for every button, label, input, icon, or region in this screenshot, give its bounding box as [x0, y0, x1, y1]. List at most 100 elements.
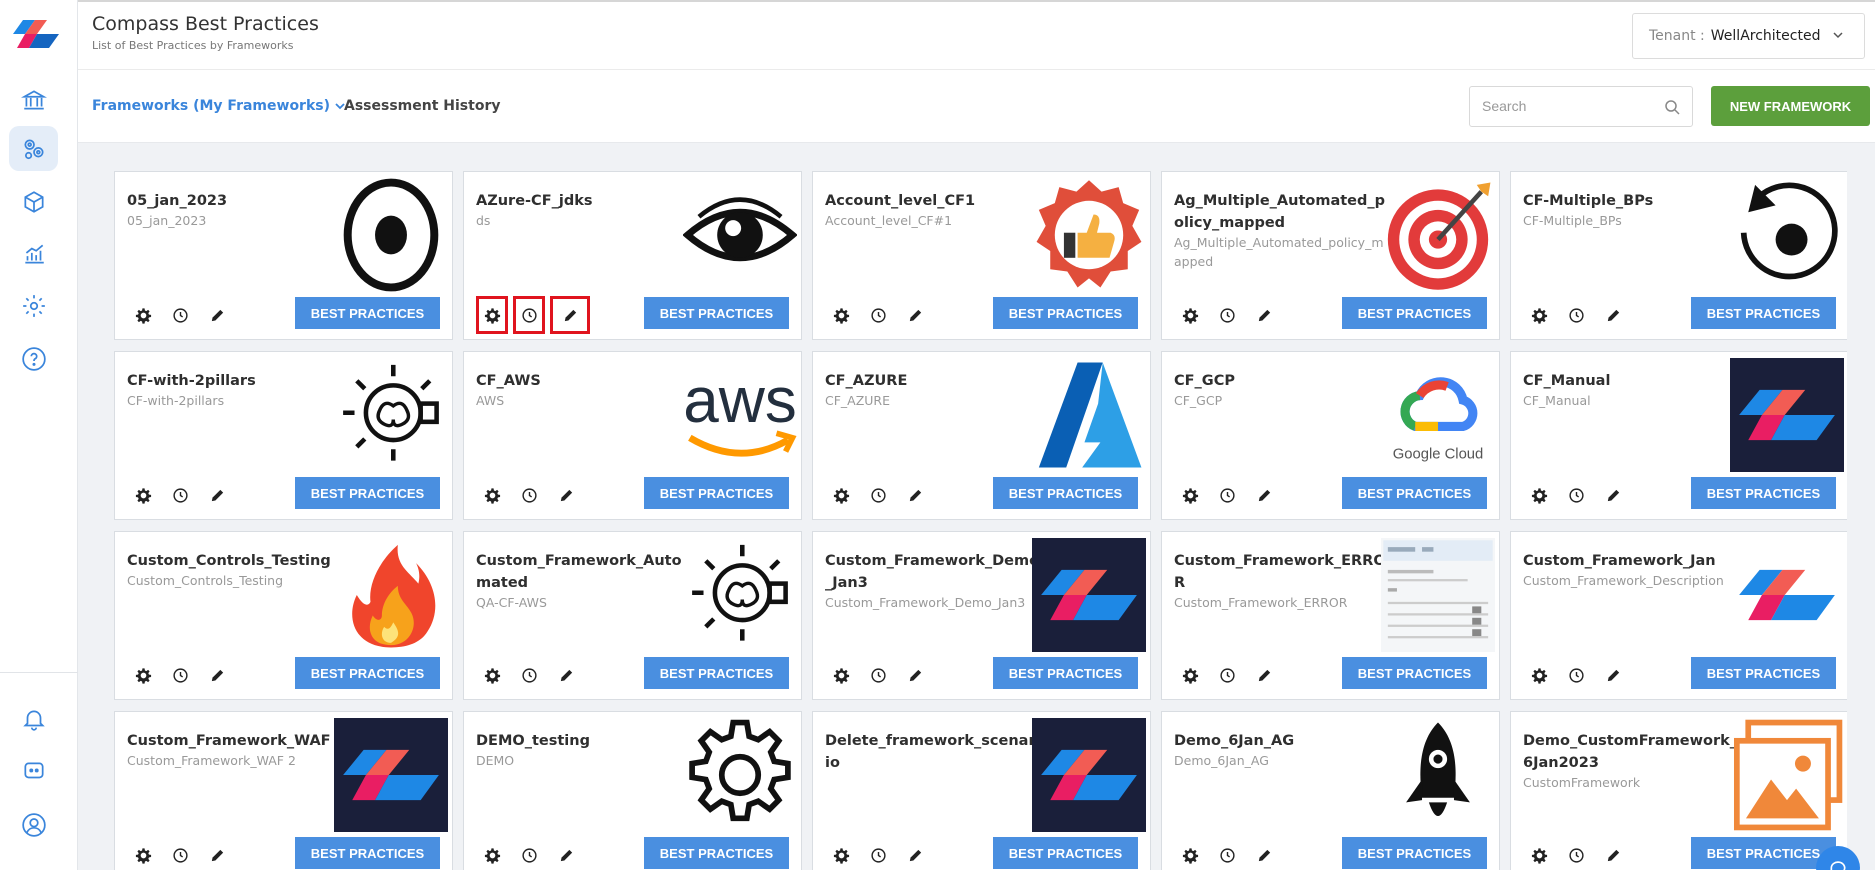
tab-frameworks[interactable]: Frameworks (My Frameworks) [92, 98, 346, 114]
framework-title[interactable]: Custom_Controls_Testing [127, 553, 331, 569]
best-practices-button[interactable]: BEST PRACTICES [1691, 297, 1836, 329]
best-practices-button[interactable]: BEST PRACTICES [644, 837, 789, 869]
settings-action[interactable] [1523, 656, 1555, 694]
best-practices-button[interactable]: BEST PRACTICES [993, 837, 1138, 869]
history-action[interactable] [1560, 476, 1592, 514]
settings-action[interactable] [476, 656, 508, 694]
sidebar-item-bank[interactable] [9, 77, 58, 122]
tenant-select[interactable]: Tenant : WellArchitected [1632, 13, 1865, 59]
logo-icon[interactable] [11, 16, 61, 52]
best-practices-button[interactable]: BEST PRACTICES [295, 297, 440, 329]
framework-title[interactable]: 05_jan_2023 [127, 193, 227, 209]
framework-title[interactable]: Custom_Framework_ERROR [1174, 553, 1386, 591]
best-practices-button[interactable]: BEST PRACTICES [295, 657, 440, 689]
framework-title[interactable]: CF_AWS [476, 373, 541, 389]
edit-action[interactable] [899, 476, 931, 514]
framework-title[interactable]: DEMO_testing [476, 733, 590, 749]
settings-action[interactable] [1174, 656, 1206, 694]
best-practices-button[interactable]: BEST PRACTICES [1342, 297, 1487, 329]
settings-action[interactable] [127, 656, 159, 694]
framework-title[interactable]: CF_Manual [1523, 373, 1610, 389]
framework-title[interactable]: Demo_6Jan_AG [1174, 733, 1294, 749]
history-action[interactable] [862, 296, 894, 334]
sidebar-item-best-practices[interactable] [9, 126, 58, 171]
sidebar-item-reports[interactable] [9, 231, 58, 276]
framework-title[interactable]: Custom_Framework_WAF [127, 733, 331, 749]
history-action[interactable] [1560, 656, 1592, 694]
history-action[interactable] [1211, 296, 1243, 334]
settings-action[interactable] [825, 476, 857, 514]
framework-title[interactable]: Ag_Multiple_Automated_policy_mapped [1174, 193, 1385, 231]
framework-title[interactable]: Demo_CustomFramework_6Jan2023 [1523, 733, 1737, 771]
best-practices-button[interactable]: BEST PRACTICES [295, 477, 440, 509]
best-practices-button[interactable]: BEST PRACTICES [993, 297, 1138, 329]
new-framework-button[interactable]: NEW FRAMEWORK [1711, 86, 1870, 126]
framework-title[interactable]: CF-with-2pillars [127, 373, 256, 389]
sidebar-item-resources[interactable] [9, 179, 58, 224]
history-action[interactable] [164, 476, 196, 514]
edit-action[interactable] [201, 476, 233, 514]
edit-action[interactable] [550, 296, 590, 334]
framework-title[interactable]: Delete_framework_scenario [825, 733, 1036, 771]
settings-action[interactable] [476, 476, 508, 514]
settings-action[interactable] [1523, 476, 1555, 514]
edit-action[interactable] [1248, 656, 1280, 694]
history-action[interactable] [1211, 656, 1243, 694]
edit-action[interactable] [550, 836, 582, 870]
settings-action[interactable] [825, 296, 857, 334]
edit-action[interactable] [1248, 296, 1280, 334]
best-practices-button[interactable]: BEST PRACTICES [1342, 837, 1487, 869]
best-practices-button[interactable]: BEST PRACTICES [993, 477, 1138, 509]
best-practices-button[interactable]: BEST PRACTICES [993, 657, 1138, 689]
settings-action[interactable] [825, 836, 857, 870]
best-practices-button[interactable]: BEST PRACTICES [644, 477, 789, 509]
edit-action[interactable] [899, 836, 931, 870]
edit-action[interactable] [550, 476, 582, 514]
best-practices-button[interactable]: BEST PRACTICES [1691, 657, 1836, 689]
settings-action[interactable] [476, 296, 508, 334]
edit-action[interactable] [1597, 836, 1629, 870]
framework-title[interactable]: CF_AZURE [825, 373, 907, 389]
history-action[interactable] [862, 836, 894, 870]
search-input[interactable] [1470, 87, 1650, 125]
framework-title[interactable]: CF-Multiple_BPs [1523, 193, 1653, 209]
edit-action[interactable] [1597, 476, 1629, 514]
best-practices-button[interactable]: BEST PRACTICES [295, 837, 440, 869]
settings-action[interactable] [476, 836, 508, 870]
edit-action[interactable] [201, 656, 233, 694]
settings-action[interactable] [1174, 476, 1206, 514]
framework-title[interactable]: Custom_Framework_Demo_Jan3 [825, 553, 1039, 591]
edit-action[interactable] [550, 656, 582, 694]
history-action[interactable] [513, 476, 545, 514]
history-action[interactable] [862, 476, 894, 514]
best-practices-button[interactable]: BEST PRACTICES [644, 657, 789, 689]
history-action[interactable] [164, 836, 196, 870]
settings-action[interactable] [1523, 296, 1555, 334]
edit-action[interactable] [1248, 476, 1280, 514]
framework-title[interactable]: AZure-CF_jdks [476, 193, 592, 209]
edit-action[interactable] [201, 296, 233, 334]
settings-action[interactable] [127, 476, 159, 514]
history-action[interactable] [513, 296, 545, 334]
history-action[interactable] [164, 656, 196, 694]
sidebar-item-notifications[interactable] [9, 696, 58, 741]
history-action[interactable] [1211, 476, 1243, 514]
history-action[interactable] [513, 836, 545, 870]
sidebar-item-help[interactable] [9, 336, 58, 381]
history-action[interactable] [1560, 836, 1592, 870]
sidebar-item-chat[interactable] [9, 748, 58, 793]
settings-action[interactable] [825, 656, 857, 694]
sidebar-item-profile[interactable] [9, 802, 58, 847]
edit-action[interactable] [899, 656, 931, 694]
best-practices-button[interactable]: BEST PRACTICES [1691, 837, 1836, 869]
sidebar-item-settings[interactable] [9, 283, 58, 328]
best-practices-button[interactable]: BEST PRACTICES [644, 297, 789, 329]
search-icon[interactable] [1664, 99, 1680, 115]
history-action[interactable] [862, 656, 894, 694]
edit-action[interactable] [1597, 656, 1629, 694]
settings-action[interactable] [127, 296, 159, 334]
best-practices-button[interactable]: BEST PRACTICES [1342, 657, 1487, 689]
edit-action[interactable] [1248, 836, 1280, 870]
settings-action[interactable] [1174, 836, 1206, 870]
settings-action[interactable] [1523, 836, 1555, 870]
